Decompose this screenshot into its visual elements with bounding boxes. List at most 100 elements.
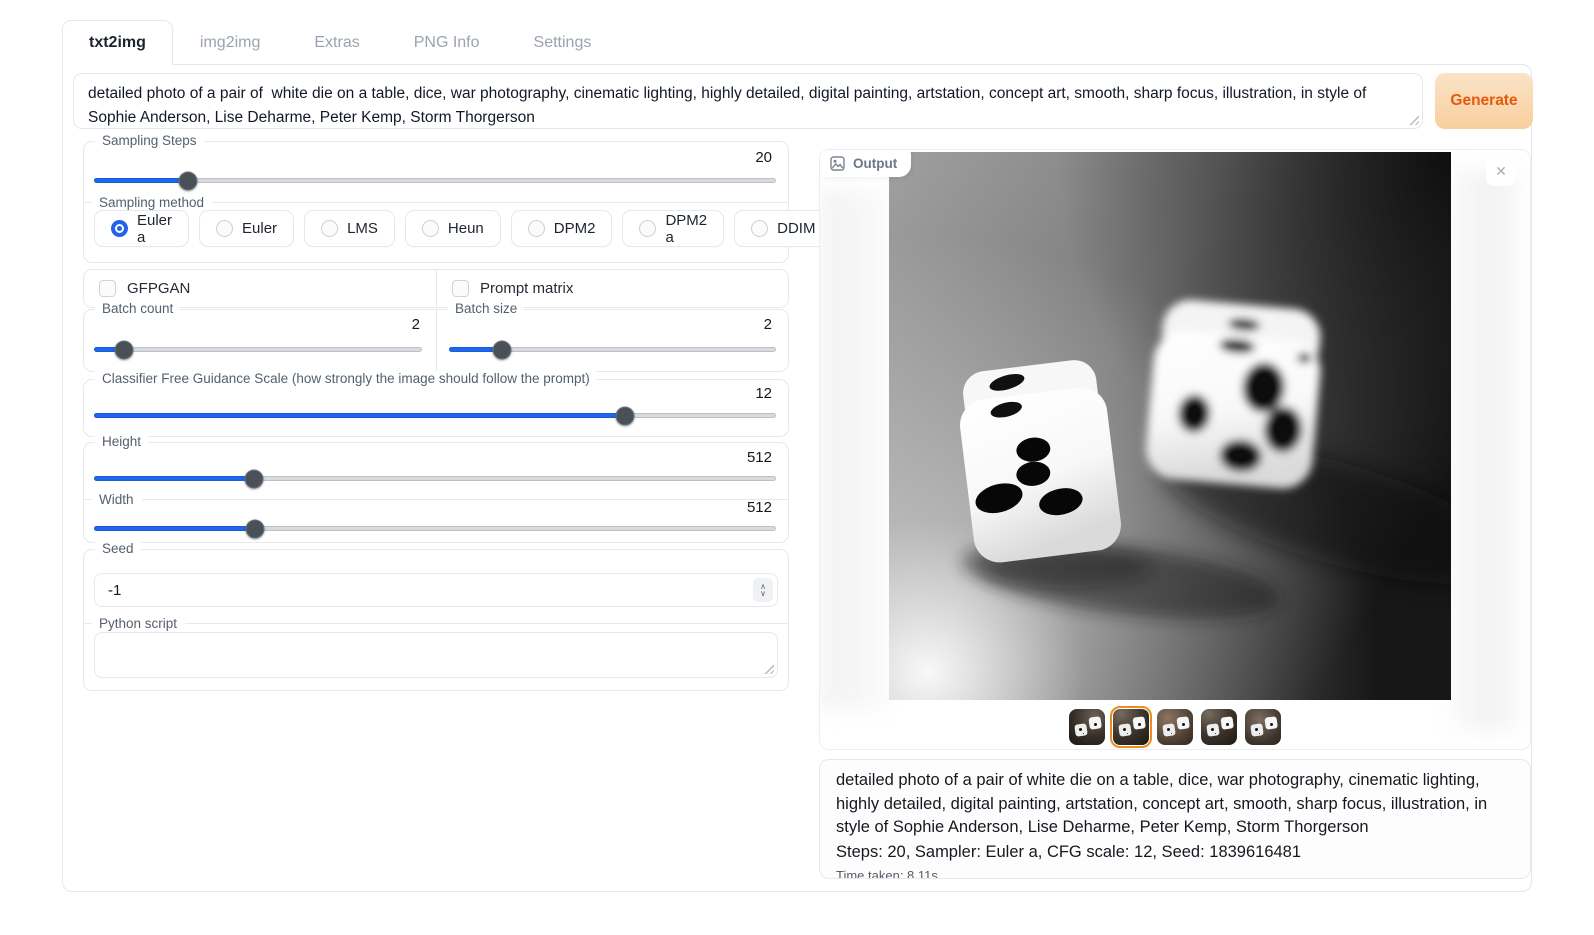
cfg-slider[interactable] <box>94 413 776 418</box>
sampler-option-label: Heun <box>448 220 484 237</box>
seed-field-wrap: ∧∨ <box>94 573 778 607</box>
height-slider[interactable] <box>94 476 776 481</box>
output-label-chip: Output <box>820 150 911 177</box>
image-icon <box>830 156 845 171</box>
thumbnail-1[interactable] <box>1069 709 1105 745</box>
app-window: txt2img img2img Extras PNG Info Settings… <box>0 0 1594 935</box>
thumbnail-5[interactable] <box>1245 709 1281 745</box>
slider-fill <box>94 178 187 183</box>
batch-count-slider[interactable] <box>94 347 422 352</box>
radio-indicator <box>111 220 128 237</box>
tab-img2img[interactable]: img2img <box>173 20 287 65</box>
radio-indicator <box>422 220 439 237</box>
sampler-option-euler-a[interactable]: Euler a <box>94 210 189 247</box>
batch-count-label: Batch count <box>95 301 180 316</box>
dimensions-panel: Height 512 Width 512 <box>83 442 789 543</box>
seed-stepper[interactable]: ∧∨ <box>753 578 773 602</box>
slider-thumb[interactable] <box>115 340 134 359</box>
batch-count-cell: Batch count 2 <box>84 310 436 371</box>
height-label: Height <box>95 434 148 449</box>
slider-thumb[interactable] <box>616 406 635 425</box>
slider-thumb[interactable] <box>179 171 198 190</box>
radio-indicator <box>528 220 545 237</box>
thumbnail-2[interactable] <box>1113 709 1149 745</box>
python-script-label: Python script <box>99 616 177 631</box>
slider-fill <box>94 526 254 531</box>
sampler-option-label: Euler a <box>137 212 172 246</box>
sampler-option-heun[interactable]: Heun <box>405 210 501 247</box>
options-panel: GFPGAN Prompt matrix <box>83 269 789 308</box>
width-value: 512 <box>747 499 772 516</box>
sampling-method-group: Euler a Euler LMS Heun DPM2 DPM2 a DDIM … <box>94 210 943 247</box>
thumbnail-3[interactable] <box>1157 709 1193 745</box>
caption-prompt: detailed photo of a pair of white die on… <box>836 769 1514 840</box>
sampler-option-label: LMS <box>347 220 378 237</box>
batch-size-value: 2 <box>764 316 772 333</box>
tab-bar: txt2img img2img Extras PNG Info Settings <box>62 20 618 65</box>
slider-thumb[interactable] <box>493 340 512 359</box>
caption-params: Steps: 20, Sampler: Euler a, CFG scale: … <box>836 841 1514 864</box>
sampling-method-label: Sampling method <box>99 195 204 210</box>
radio-indicator <box>321 220 338 237</box>
radio-indicator <box>751 220 768 237</box>
output-gallery <box>819 149 1531 750</box>
stepper-down-icon[interactable]: ∨ <box>760 590 766 597</box>
sampler-option-euler[interactable]: Euler <box>199 210 294 247</box>
batch-count-value: 2 <box>412 316 420 333</box>
sampler-option-ddim[interactable]: DDIM <box>734 210 832 247</box>
slider-fill <box>94 476 253 481</box>
prompt-matrix-label: Prompt matrix <box>480 280 573 297</box>
width-label: Width <box>99 492 134 507</box>
prompt-matrix-checkbox[interactable] <box>452 280 469 297</box>
python-script-label-row: Python script <box>84 616 788 631</box>
thumbnail-4[interactable] <box>1201 709 1237 745</box>
caption-time: Time taken: 8.11s <box>836 868 1514 879</box>
close-icon[interactable]: ✕ <box>1486 156 1516 186</box>
seed-input[interactable] <box>94 573 778 607</box>
batch-size-slider[interactable] <box>449 347 776 352</box>
radio-indicator <box>216 220 233 237</box>
slider-thumb[interactable] <box>245 469 264 488</box>
gfpgan-label: GFPGAN <box>127 280 190 297</box>
dice-photo <box>889 152 1451 700</box>
cfg-value: 12 <box>755 385 772 402</box>
seed-script-panel: Seed ∧∨ Python script <box>83 549 789 691</box>
sampler-option-dpm2[interactable]: DPM2 <box>511 210 613 247</box>
sampler-option-dpm2-a[interactable]: DPM2 a <box>622 210 724 247</box>
slider-fill <box>94 413 624 418</box>
width-label-row: Width <box>84 492 788 507</box>
seed-label: Seed <box>95 541 141 556</box>
prompt-field-wrap: detailed photo of a pair of white die on… <box>73 73 1423 129</box>
sampling-steps-slider[interactable] <box>94 178 776 183</box>
tab-extras[interactable]: Extras <box>287 20 386 65</box>
height-value: 512 <box>747 449 772 466</box>
tab-settings[interactable]: Settings <box>507 20 619 65</box>
gfpgan-checkbox[interactable] <box>99 280 116 297</box>
tab-png-info[interactable]: PNG Info <box>387 20 507 65</box>
prompt-input[interactable]: detailed photo of a pair of white die on… <box>73 73 1423 129</box>
tab-txt2img[interactable]: txt2img <box>62 20 173 65</box>
gallery-backdrop <box>1450 170 1530 730</box>
thumbnail-strip <box>820 709 1530 745</box>
sampling-panel: Sampling Steps 20 Sampling method Euler … <box>83 141 789 263</box>
batch-size-label: Batch size <box>448 301 524 316</box>
radio-indicator <box>639 220 656 237</box>
cfg-panel: Classifier Free Guidance Scale (how stro… <box>83 379 789 437</box>
sampler-option-lms[interactable]: LMS <box>304 210 395 247</box>
output-label: Output <box>853 156 897 171</box>
batch-panel: Batch count 2 Batch size 2 <box>83 309 789 372</box>
tab-content: detailed photo of a pair of white die on… <box>62 64 1532 892</box>
sampling-method-label-row: Sampling method <box>84 195 788 210</box>
sampler-option-label: DPM2 a <box>665 212 707 246</box>
sampler-option-label: Euler <box>242 220 277 237</box>
generate-button[interactable]: Generate <box>1435 73 1533 129</box>
python-script-input[interactable] <box>94 632 778 678</box>
gallery-backdrop <box>820 190 888 710</box>
sampling-steps-label: Sampling Steps <box>95 133 204 148</box>
batch-size-cell: Batch size 2 <box>436 310 788 371</box>
cfg-label: Classifier Free Guidance Scale (how stro… <box>95 371 597 386</box>
sampler-option-label: DPM2 <box>554 220 596 237</box>
slider-thumb[interactable] <box>245 519 264 538</box>
output-image[interactable] <box>889 152 1451 700</box>
width-slider[interactable] <box>94 526 776 531</box>
